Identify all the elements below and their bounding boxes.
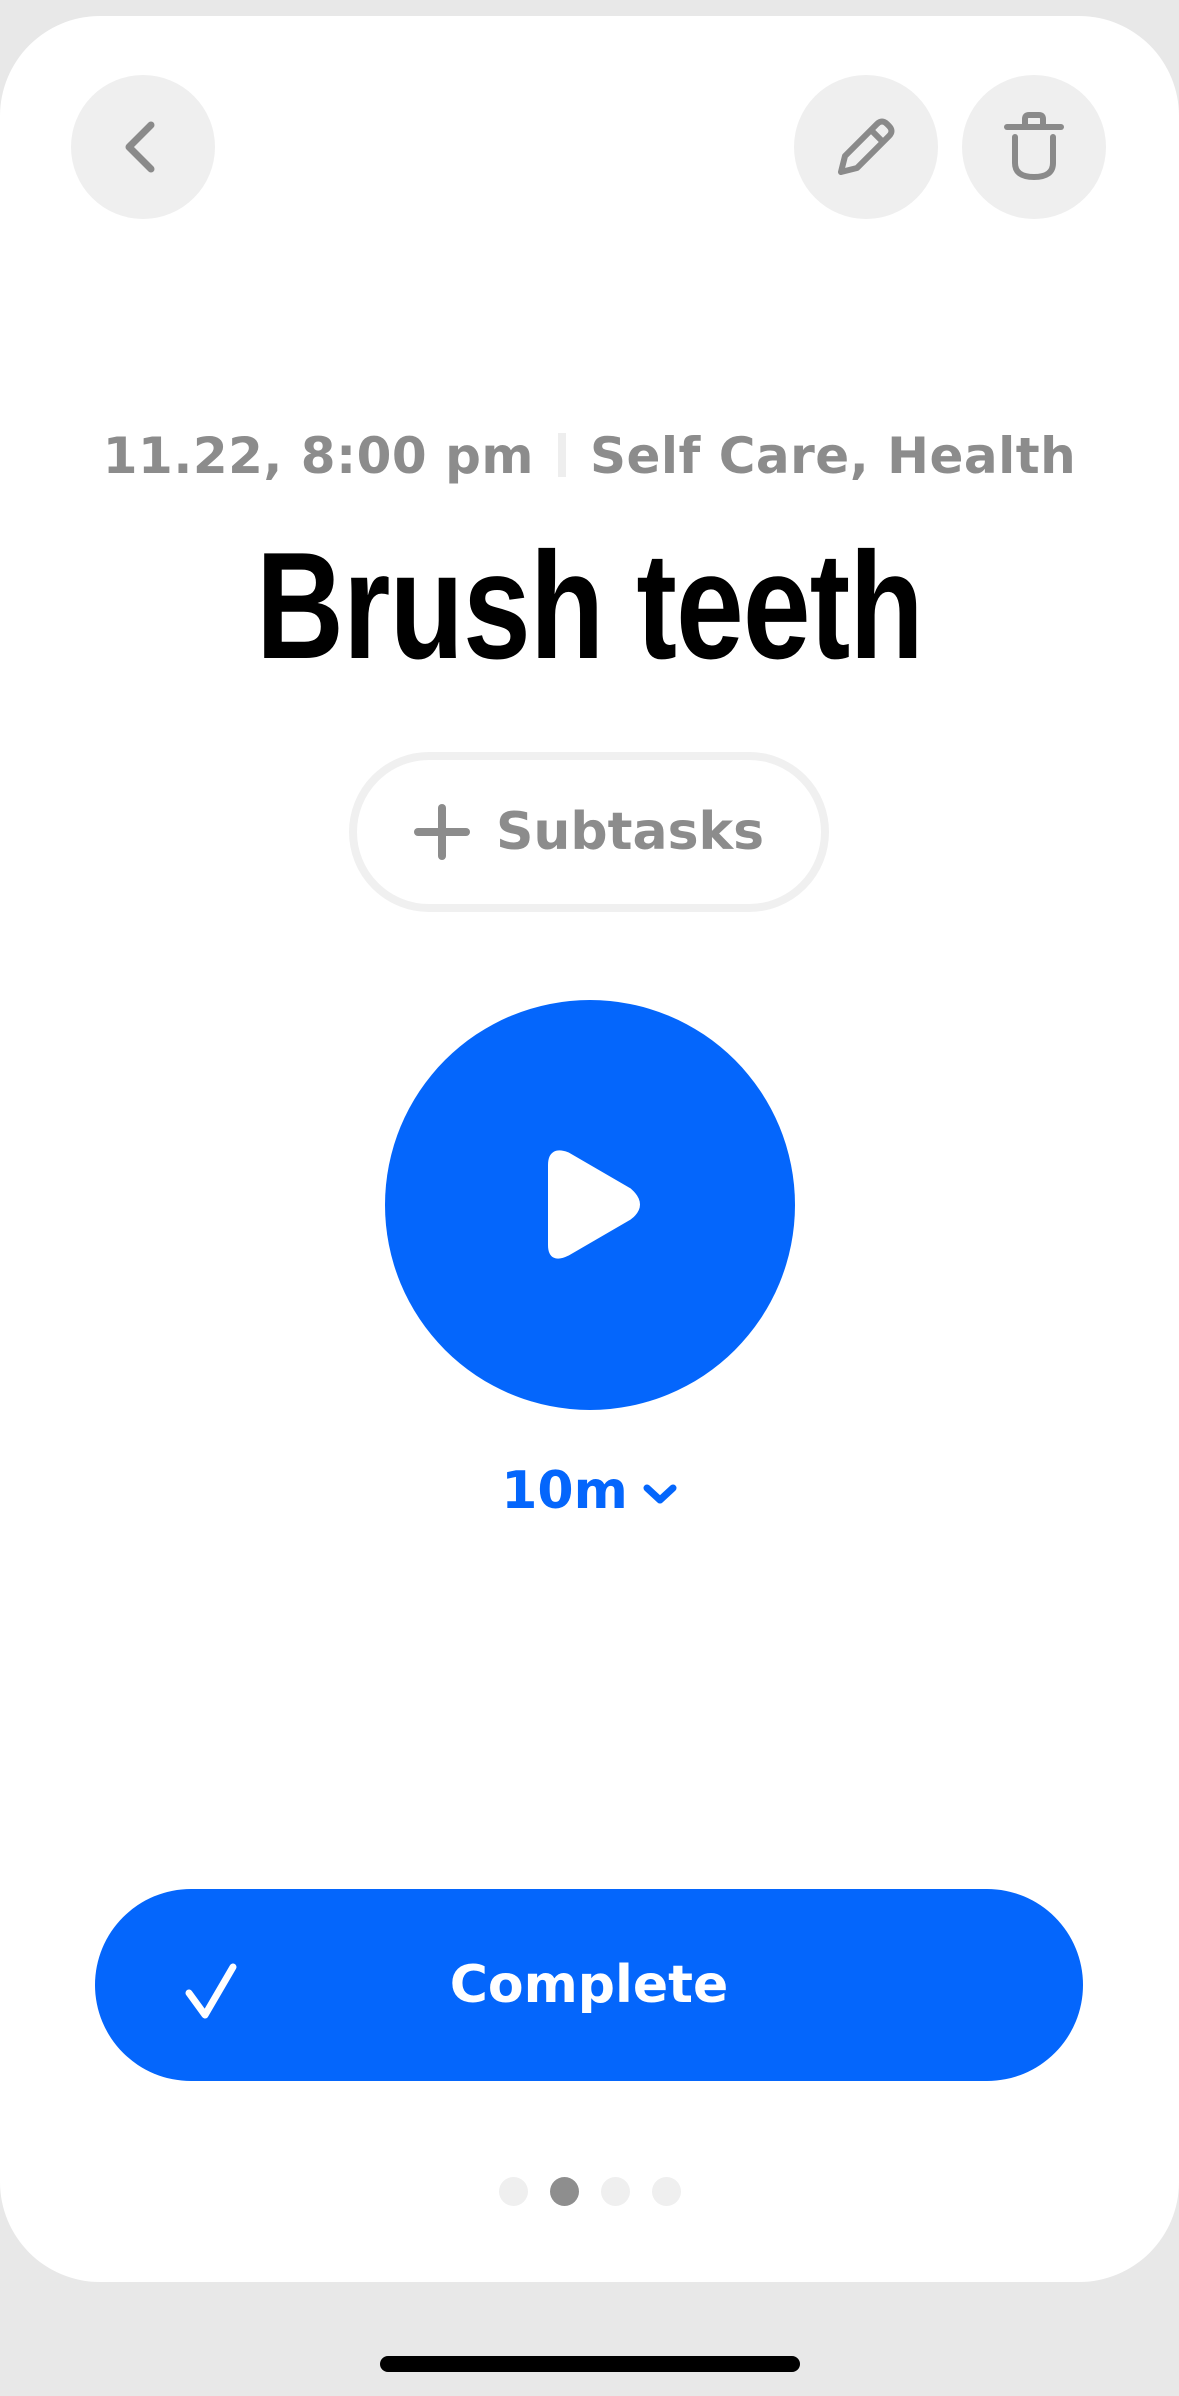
meta-divider <box>557 433 566 477</box>
task-date-time: 11.22, 8:00 pm <box>102 427 534 485</box>
subtasks-label: Subtasks <box>495 802 765 862</box>
task-title: Brush teeth <box>256 521 924 691</box>
page-dot-active[interactable] <box>549 2177 579 2206</box>
play-icon <box>548 1150 640 1259</box>
complete-label: Complete <box>449 1955 729 2015</box>
task-categories: Self Care, Health <box>589 427 1077 485</box>
plus-icon <box>413 804 470 860</box>
pencil-icon <box>838 118 895 175</box>
duration-value: 10m <box>501 1461 628 1521</box>
page-dot[interactable] <box>600 2177 630 2206</box>
start-timer-button[interactable] <box>385 1000 795 1410</box>
task-meta: 11.22, 8:00 pm Self Care, Health <box>0 416 1179 496</box>
chevron-down-icon <box>643 1484 677 1504</box>
page-dot[interactable] <box>651 2177 681 2206</box>
edit-button[interactable] <box>794 75 938 219</box>
trash-icon <box>1004 112 1064 181</box>
delete-button[interactable] <box>962 75 1106 219</box>
page-indicator <box>0 2177 1179 2206</box>
back-button[interactable] <box>71 75 215 219</box>
duration-selector[interactable]: 10m <box>0 1456 1179 1526</box>
add-subtasks-button[interactable]: Subtasks <box>349 752 829 912</box>
chevron-left-icon <box>125 121 155 173</box>
complete-button[interactable]: Complete <box>95 1889 1083 2081</box>
home-indicator[interactable] <box>380 2356 800 2372</box>
task-detail-sheet: 11.22, 8:00 pm Self Care, Health Brush te… <box>0 16 1179 2282</box>
page-dot[interactable] <box>498 2177 528 2206</box>
